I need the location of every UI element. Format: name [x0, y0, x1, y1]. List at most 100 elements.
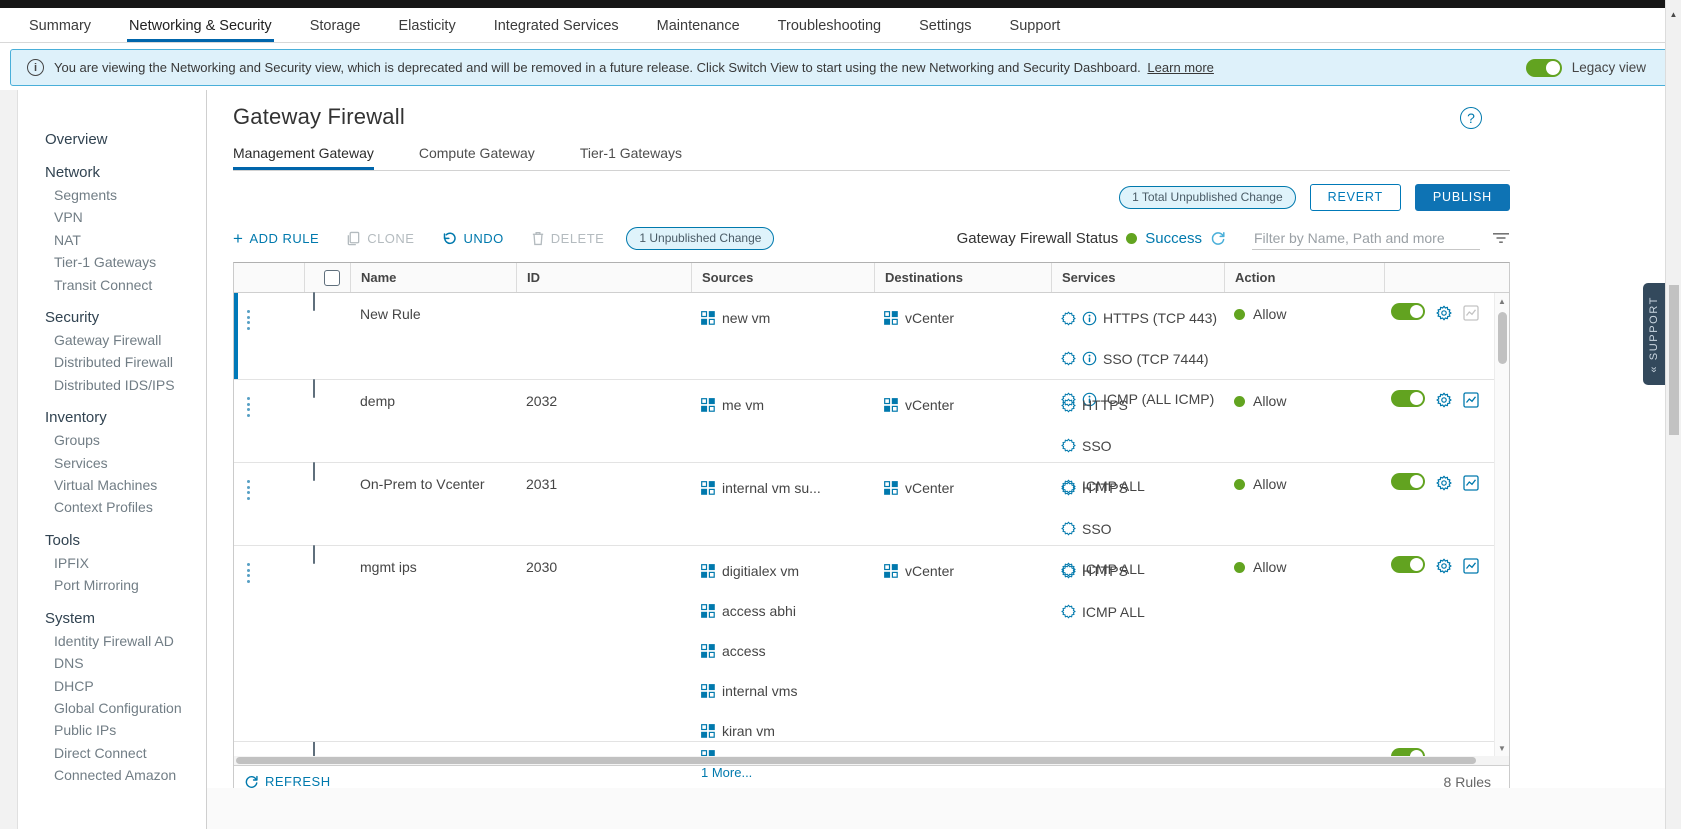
sidebar-section-header[interactable]: Tools: [45, 530, 206, 552]
sidebar-section-header[interactable]: Inventory: [45, 407, 206, 429]
drag-handle[interactable]: [247, 310, 251, 330]
sidebar-section-header[interactable]: Overview: [45, 129, 206, 151]
sidebar-item[interactable]: Tier-1 Gateways: [45, 251, 206, 273]
undo-button[interactable]: UNDO: [441, 231, 503, 246]
entity-chip[interactable]: new vm: [701, 306, 868, 330]
sidebar-item[interactable]: Port Mirroring: [45, 574, 206, 596]
sidebar-item[interactable]: VPN: [45, 206, 206, 228]
service-chip[interactable]: HTTPS: [1061, 393, 1218, 418]
service-chip[interactable]: SSO: [1061, 517, 1218, 542]
rule-stats-graph-icon[interactable]: [1463, 392, 1479, 408]
sidebar-item[interactable]: Context Profiles: [45, 496, 206, 518]
row-checkbox[interactable]: [313, 292, 315, 311]
entity-chip[interactable]: vCenter: [884, 306, 1045, 330]
sidebar-item[interactable]: Connected Amazon: [45, 764, 206, 786]
column-header-sources[interactable]: Sources: [691, 263, 874, 292]
service-chip[interactable]: HTTPS: [1061, 476, 1218, 501]
top-nav-tab[interactable]: Elasticity: [396, 12, 457, 42]
status-refresh-icon[interactable]: [1210, 230, 1226, 246]
top-nav-tab[interactable]: Storage: [308, 12, 363, 42]
sidebar-item[interactable]: Gateway Firewall: [45, 329, 206, 351]
sidebar-section-header[interactable]: Security: [45, 307, 206, 329]
sidebar-item[interactable]: Segments: [45, 184, 206, 206]
sidebar-item[interactable]: Transit Connect: [45, 274, 206, 296]
entity-chip[interactable]: vCenter: [884, 559, 1045, 583]
row-checkbox[interactable]: [313, 379, 315, 398]
drag-handle[interactable]: [247, 480, 251, 500]
table-row[interactable]: New Rule new vm vCenter HTTPS (TCP 443) …: [234, 293, 1509, 380]
table-row[interactable]: On-Prem to Vcenter 2031 internal vm su..…: [234, 463, 1509, 546]
entity-chip[interactable]: kiran vm: [701, 719, 868, 743]
delete-button[interactable]: DELETE: [531, 231, 605, 246]
publish-button[interactable]: PUBLISH: [1415, 184, 1510, 211]
page-scroll-up-arrow[interactable]: ▲: [1666, 10, 1681, 19]
filter-icon[interactable]: [1492, 231, 1510, 245]
help-icon[interactable]: ?: [1460, 107, 1482, 129]
gateway-tab[interactable]: Compute Gateway: [419, 145, 535, 170]
select-all-checkbox[interactable]: [324, 270, 340, 286]
table-horizontal-scrollbar[interactable]: [234, 756, 1509, 765]
top-nav-tab[interactable]: Maintenance: [655, 12, 742, 42]
rule-stats-graph-icon[interactable]: [1463, 305, 1479, 321]
rule-action[interactable]: Allow: [1234, 476, 1378, 492]
rule-stats-graph-icon[interactable]: [1463, 475, 1479, 491]
page-scrollbar[interactable]: ▲: [1665, 0, 1681, 829]
rule-enabled-toggle[interactable]: [1391, 473, 1425, 490]
sidebar-item[interactable]: DNS: [45, 652, 206, 674]
add-rule-button[interactable]: + ADD RULE: [233, 231, 319, 246]
scroll-down-arrow[interactable]: ▼: [1495, 744, 1509, 753]
sidebar-item[interactable]: Identity Firewall AD: [45, 630, 206, 652]
rule-settings-gear-icon[interactable]: [1436, 305, 1452, 321]
entity-chip[interactable]: access abhi: [701, 599, 868, 623]
entity-chip[interactable]: vCenter: [884, 476, 1045, 500]
rule-enabled-toggle[interactable]: [1391, 390, 1425, 407]
table-row[interactable]: mgmt ips 2030 digitialex vm access abhi …: [234, 546, 1509, 742]
more-sources-link[interactable]: 1 More...: [701, 762, 752, 784]
top-nav-tab[interactable]: Summary: [27, 12, 93, 42]
drag-handle[interactable]: [247, 563, 251, 583]
entity-chip[interactable]: digitialex vm: [701, 559, 868, 583]
rule-enabled-toggle[interactable]: [1391, 748, 1425, 756]
rule-action[interactable]: Allow: [1234, 306, 1378, 322]
row-checkbox[interactable]: [313, 462, 315, 481]
rule-settings-gear-icon[interactable]: [1436, 392, 1452, 408]
sidebar-item[interactable]: IPFIX: [45, 552, 206, 574]
column-header-id[interactable]: ID: [516, 263, 691, 292]
rule-settings-gear-icon[interactable]: [1436, 558, 1452, 574]
scroll-thumb[interactable]: [1498, 312, 1507, 364]
table-vertical-scrollbar[interactable]: ▲ ▼: [1494, 293, 1509, 756]
service-chip[interactable]: SSO: [1061, 434, 1218, 459]
sidebar-section-header[interactable]: Network: [45, 162, 206, 184]
column-header-name[interactable]: Name: [350, 263, 516, 292]
service-chip[interactable]: HTTPS (TCP 443): [1061, 306, 1218, 331]
sidebar-item[interactable]: Public IPs: [45, 719, 206, 741]
row-checkbox[interactable]: [313, 742, 315, 756]
entity-chip[interactable]: vCenter: [884, 393, 1045, 417]
rule-stats-graph-icon[interactable]: [1463, 558, 1479, 574]
entity-chip[interactable]: me vm: [701, 393, 868, 417]
rule-enabled-toggle[interactable]: [1391, 303, 1425, 320]
sidebar-item[interactable]: Distributed IDS/IPS: [45, 374, 206, 396]
top-nav-tab[interactable]: Support: [1008, 12, 1063, 42]
rule-enabled-toggle[interactable]: [1391, 556, 1425, 573]
learn-more-link[interactable]: Learn more: [1147, 60, 1213, 75]
rule-action[interactable]: Allow: [1234, 559, 1378, 575]
sidebar-item[interactable]: Global Configuration: [45, 697, 206, 719]
filter-input[interactable]: [1252, 227, 1480, 250]
sidebar-item[interactable]: Distributed Firewall: [45, 351, 206, 373]
rule-settings-gear-icon[interactable]: [1436, 475, 1452, 491]
rule-action[interactable]: Allow: [1234, 393, 1378, 409]
column-header-destinations[interactable]: Destinations: [874, 263, 1051, 292]
sidebar-item[interactable]: NAT: [45, 229, 206, 251]
legacy-view-toggle[interactable]: [1526, 59, 1562, 77]
clone-button[interactable]: CLONE: [346, 231, 414, 246]
sidebar-item[interactable]: Direct Connect: [45, 742, 206, 764]
scroll-up-arrow[interactable]: ▲: [1495, 297, 1509, 306]
top-nav-tab[interactable]: Networking & Security: [127, 12, 274, 42]
table-row[interactable]: demp 2032 me vm vCenter HTTPS SSO ICMP A…: [234, 380, 1509, 463]
sidebar-section-header[interactable]: System: [45, 608, 206, 630]
drag-handle[interactable]: [247, 397, 251, 417]
gateway-tab[interactable]: Management Gateway: [233, 145, 374, 170]
entity-chip[interactable]: internal vm su...: [701, 476, 868, 500]
service-chip[interactable]: HTTPS: [1061, 559, 1218, 584]
